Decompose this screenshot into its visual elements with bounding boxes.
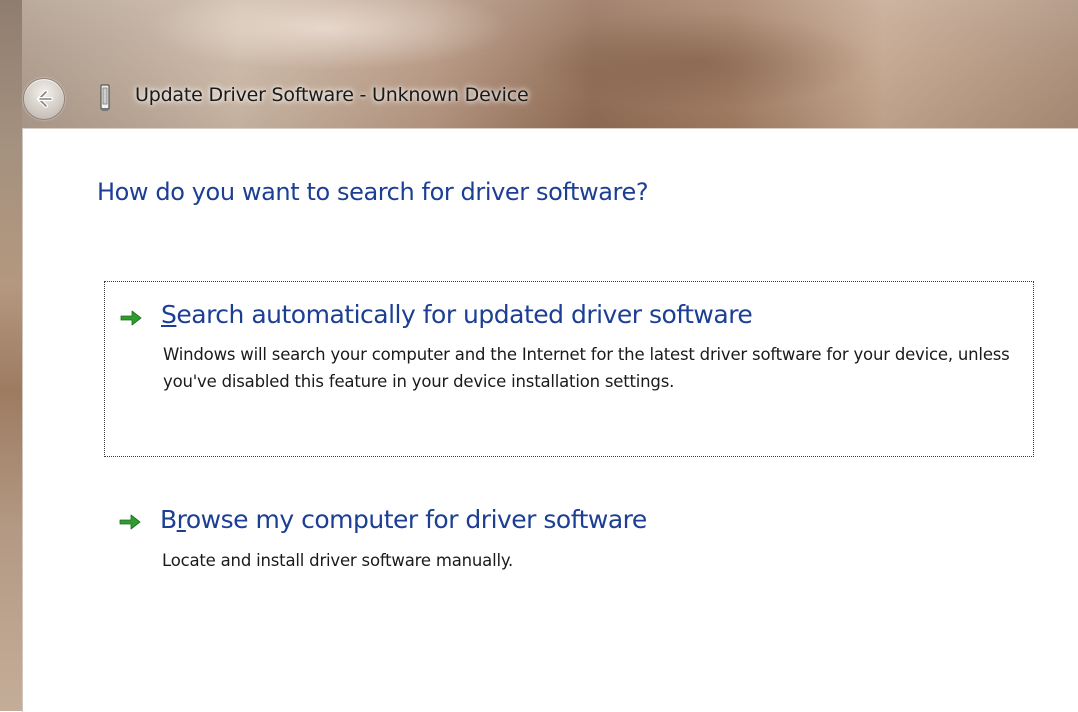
search-automatically-title[interactable]: Search automatically for updated driver …: [161, 300, 753, 329]
browse-computer-title[interactable]: Browse my computer for driver software: [160, 505, 647, 534]
option-title-rest: earch automatically for updated driver s…: [176, 300, 753, 329]
browse-computer-option[interactable]: Browse my computer for driver software L…: [104, 495, 1034, 595]
window-left-frame: [0, 0, 22, 711]
browse-computer-description: Locate and install driver software manua…: [162, 551, 514, 570]
back-arrow-icon: [37, 90, 53, 108]
search-automatically-description: Windows will search your computer and th…: [163, 345, 1010, 391]
page-heading: How do you want to search for driver sof…: [97, 178, 649, 206]
mnemonic-letter: S: [161, 300, 177, 329]
green-arrow-icon: [120, 310, 142, 326]
mnemonic-letter: r: [176, 505, 187, 534]
green-arrow-icon: [119, 514, 141, 530]
option-title-first: B: [160, 505, 177, 534]
search-automatically-option[interactable]: Search automatically for updated driver …: [104, 281, 1034, 457]
unknown-device-icon: [100, 84, 110, 111]
option-title-rest: owse my computer for driver software: [185, 505, 647, 534]
window-title: Update Driver Software - Unknown Device: [135, 84, 529, 106]
update-driver-window: Update Driver Software - Unknown Device …: [0, 0, 1078, 712]
back-button[interactable]: [23, 78, 65, 120]
